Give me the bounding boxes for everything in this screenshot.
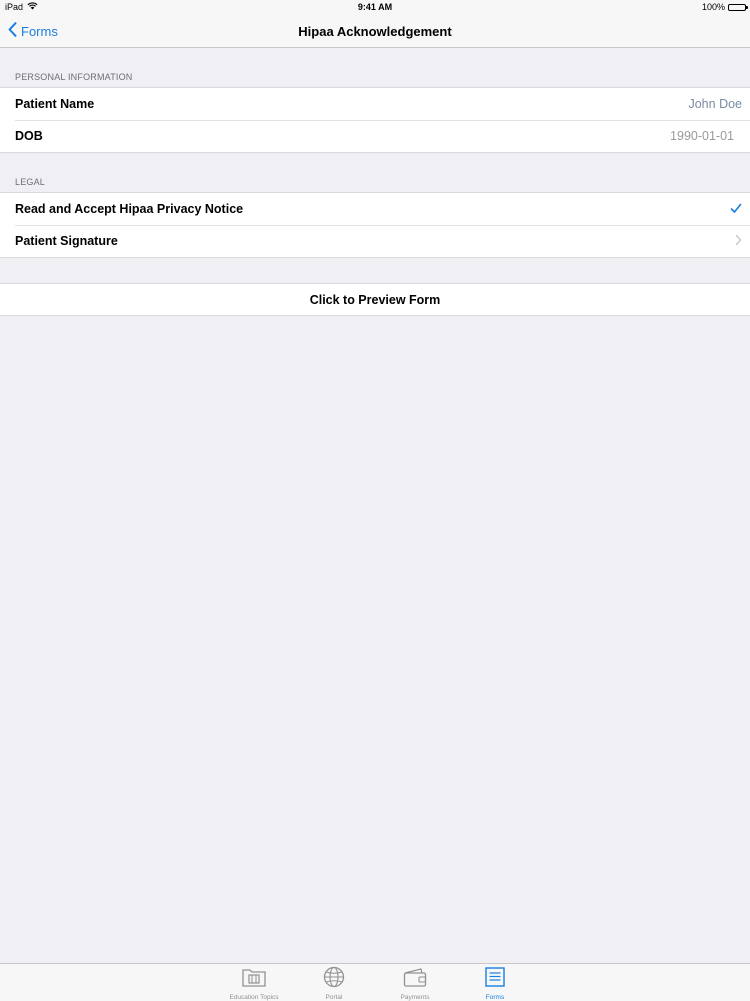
dob-label: DOB (15, 129, 43, 143)
patient-name-row[interactable]: Patient Name John Doe (0, 88, 750, 120)
patient-name-value: John Doe (688, 97, 742, 111)
checkmark-icon (730, 201, 742, 219)
privacy-notice-row[interactable]: Read and Accept Hipaa Privacy Notice (0, 193, 750, 225)
legal-group: Read and Accept Hipaa Privacy Notice Pat… (0, 192, 750, 258)
chevron-right-icon (735, 233, 742, 251)
patient-signature-row[interactable]: Patient Signature (0, 225, 750, 257)
privacy-notice-label: Read and Accept Hipaa Privacy Notice (15, 202, 244, 216)
status-right: 100% (701, 2, 748, 12)
personal-information-group: Patient Name John Doe DOB 1990-01-01 (0, 87, 750, 153)
document-icon (482, 966, 508, 993)
patient-name-label: Patient Name (15, 97, 95, 111)
patient-signature-label: Patient Signature (15, 234, 118, 248)
globe-icon (321, 966, 347, 993)
tab-education-topics[interactable]: Education Topics (219, 966, 289, 1001)
status-time: 9:41 AM (357, 2, 393, 12)
tab-bar: Education Topics Portal Payments Forms (0, 963, 750, 1001)
dob-row[interactable]: DOB 1990-01-01 (0, 120, 750, 152)
preview-form-button[interactable]: Click to Preview Form (0, 283, 750, 316)
section-header-personal: PERSONAL INFORMATION (15, 72, 133, 82)
tab-portal[interactable]: Portal (299, 966, 369, 1001)
preview-form-label: Click to Preview Form (309, 292, 441, 307)
status-bar: iPad 9:41 AM 100% (0, 0, 750, 16)
tab-forms[interactable]: Forms (460, 966, 530, 1001)
battery-percent: 100% (701, 2, 725, 12)
dob-value: 1990-01-01 (670, 129, 734, 143)
battery-icon (728, 3, 748, 11)
wallet-icon (402, 966, 428, 993)
navigation-bar: Forms Hipaa Acknowledgement (0, 16, 750, 48)
page-title: Hipaa Acknowledgement (298, 24, 452, 39)
film-folder-icon (241, 966, 267, 993)
section-header-legal: LEGAL (15, 177, 46, 187)
tab-payments[interactable]: Payments (380, 966, 450, 1001)
